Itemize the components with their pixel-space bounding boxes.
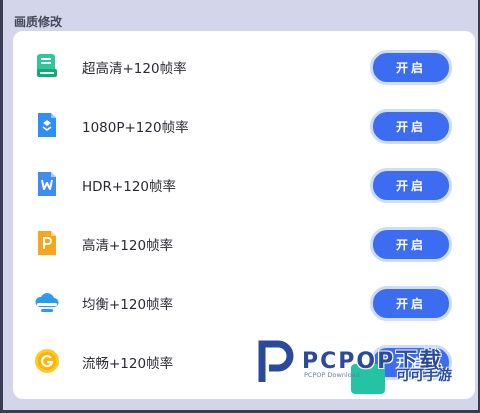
enable-button-hd[interactable]: 开启: [370, 227, 452, 262]
option-row-1080p: 1080P+120帧率 开启: [13, 103, 475, 147]
option-row-balanced: 均衡+120帧率 开启: [13, 280, 475, 324]
cloud-icon: [35, 293, 59, 312]
watermark-subtitle: PCPOP Download: [304, 371, 360, 379]
option-label: 1080P+120帧率: [82, 120, 189, 136]
section-title: 画质修改: [14, 15, 63, 29]
option-label: 均衡+120帧率: [82, 297, 174, 313]
option-row-ultra-hd: 超高清+120帧率 开启: [13, 44, 475, 88]
window-frame-left: [0, 0, 3, 413]
watermark-tag: 可可手游: [396, 368, 452, 384]
word-doc-icon: [38, 172, 56, 196]
green-book-icon: [37, 54, 57, 77]
option-label: 流畅+120帧率: [82, 356, 174, 372]
enable-button-balanced[interactable]: 开启: [370, 286, 452, 321]
option-row-hdr: HDR+120帧率 开启: [13, 162, 475, 206]
blue-doc-icon: [38, 113, 56, 137]
option-label: 超高清+120帧率: [82, 61, 187, 77]
option-label: HDR+120帧率: [82, 179, 177, 195]
enable-button-hdr[interactable]: 开启: [370, 168, 452, 203]
option-row-hd: 高清+120帧率 开启: [13, 221, 475, 265]
g-circle-icon: [35, 349, 59, 373]
enable-button-1080p[interactable]: 开启: [370, 109, 452, 144]
option-label: 高清+120帧率: [82, 238, 174, 254]
enable-button-ultra-hd[interactable]: 开启: [370, 50, 452, 85]
powerpoint-doc-icon: [38, 231, 56, 255]
